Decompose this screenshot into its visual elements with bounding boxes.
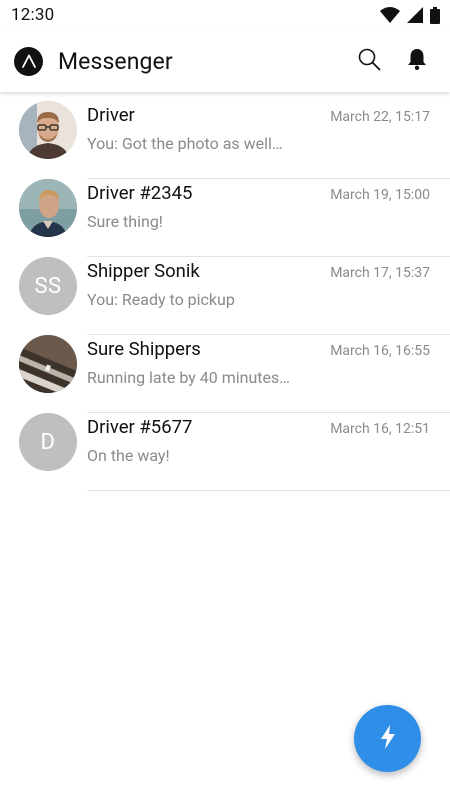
conversation-preview: You: Got the photo as well… [87,134,283,153]
avatar-initials: D [19,413,77,471]
conversation-preview: You: Ready to pickup [87,290,235,309]
avatar [19,101,77,159]
new-message-fab[interactable] [354,705,421,772]
screen: 12:30 Messenger Driver March 22, 15:17 Y… [0,0,450,800]
conversation-time: March 22, 15:17 [330,109,430,125]
conversation-item[interactable]: Driver March 22, 15:17 You: Got the phot… [0,101,450,179]
status-time: 12:30 [11,5,55,25]
battery-icon [430,6,440,24]
search-button[interactable] [356,48,382,74]
conversation-body: Sure Shippers March 16, 16:55 Running la… [87,335,450,413]
avatar-initials: SS [19,257,77,315]
conversation-item[interactable]: D Driver #5677 March 16, 12:51 On the wa… [0,413,450,491]
app-bar: Messenger [0,30,450,92]
app-title: Messenger [58,47,173,75]
notifications-button[interactable] [404,48,430,74]
avatar [19,179,77,237]
conversation-body: Driver #5677 March 16, 12:51 On the way! [87,413,450,491]
cellular-signal-icon [407,7,423,23]
conversation-name: Driver #2345 [87,182,193,204]
conversation-time: March 17, 15:37 [330,265,430,281]
app-actions [356,48,430,74]
status-bar: 12:30 [0,0,450,30]
conversation-body: Shipper Sonik March 17, 15:37 You: Ready… [87,257,450,335]
conversation-item[interactable]: Driver #2345 March 19, 15:00 Sure thing! [0,179,450,257]
search-icon [357,47,381,75]
conversation-preview: On the way! [87,446,170,465]
avatar-photo [19,179,77,237]
conversation-body: Driver March 22, 15:17 You: Got the phot… [87,101,450,179]
conversation-name: Sure Shippers [87,338,201,360]
avatar-photo [19,335,77,393]
conversation-name: Shipper Sonik [87,260,200,282]
conversation-name: Driver [87,104,135,126]
wifi-icon [380,7,400,23]
status-icons [380,6,440,24]
conversation-time: March 16, 12:51 [330,421,430,437]
conversation-list: Driver March 22, 15:17 You: Got the phot… [0,92,450,491]
conversation-body: Driver #2345 March 19, 15:00 Sure thing! [87,179,450,257]
conversation-time: March 16, 16:55 [330,343,430,359]
conversation-name: Driver #5677 [87,416,193,438]
conversation-time: March 19, 15:00 [330,187,430,203]
conversation-item[interactable]: Sure Shippers March 16, 16:55 Running la… [0,335,450,413]
app-logo-icon [14,46,43,76]
lightning-bolt-icon [376,724,400,754]
conversation-preview: Running late by 40 minutes… [87,368,290,387]
avatar-photo [19,101,77,159]
conversation-item[interactable]: SS Shipper Sonik March 17, 15:37 You: Re… [0,257,450,335]
conversation-preview: Sure thing! [87,212,163,231]
avatar [19,335,77,393]
bell-icon [406,47,428,75]
